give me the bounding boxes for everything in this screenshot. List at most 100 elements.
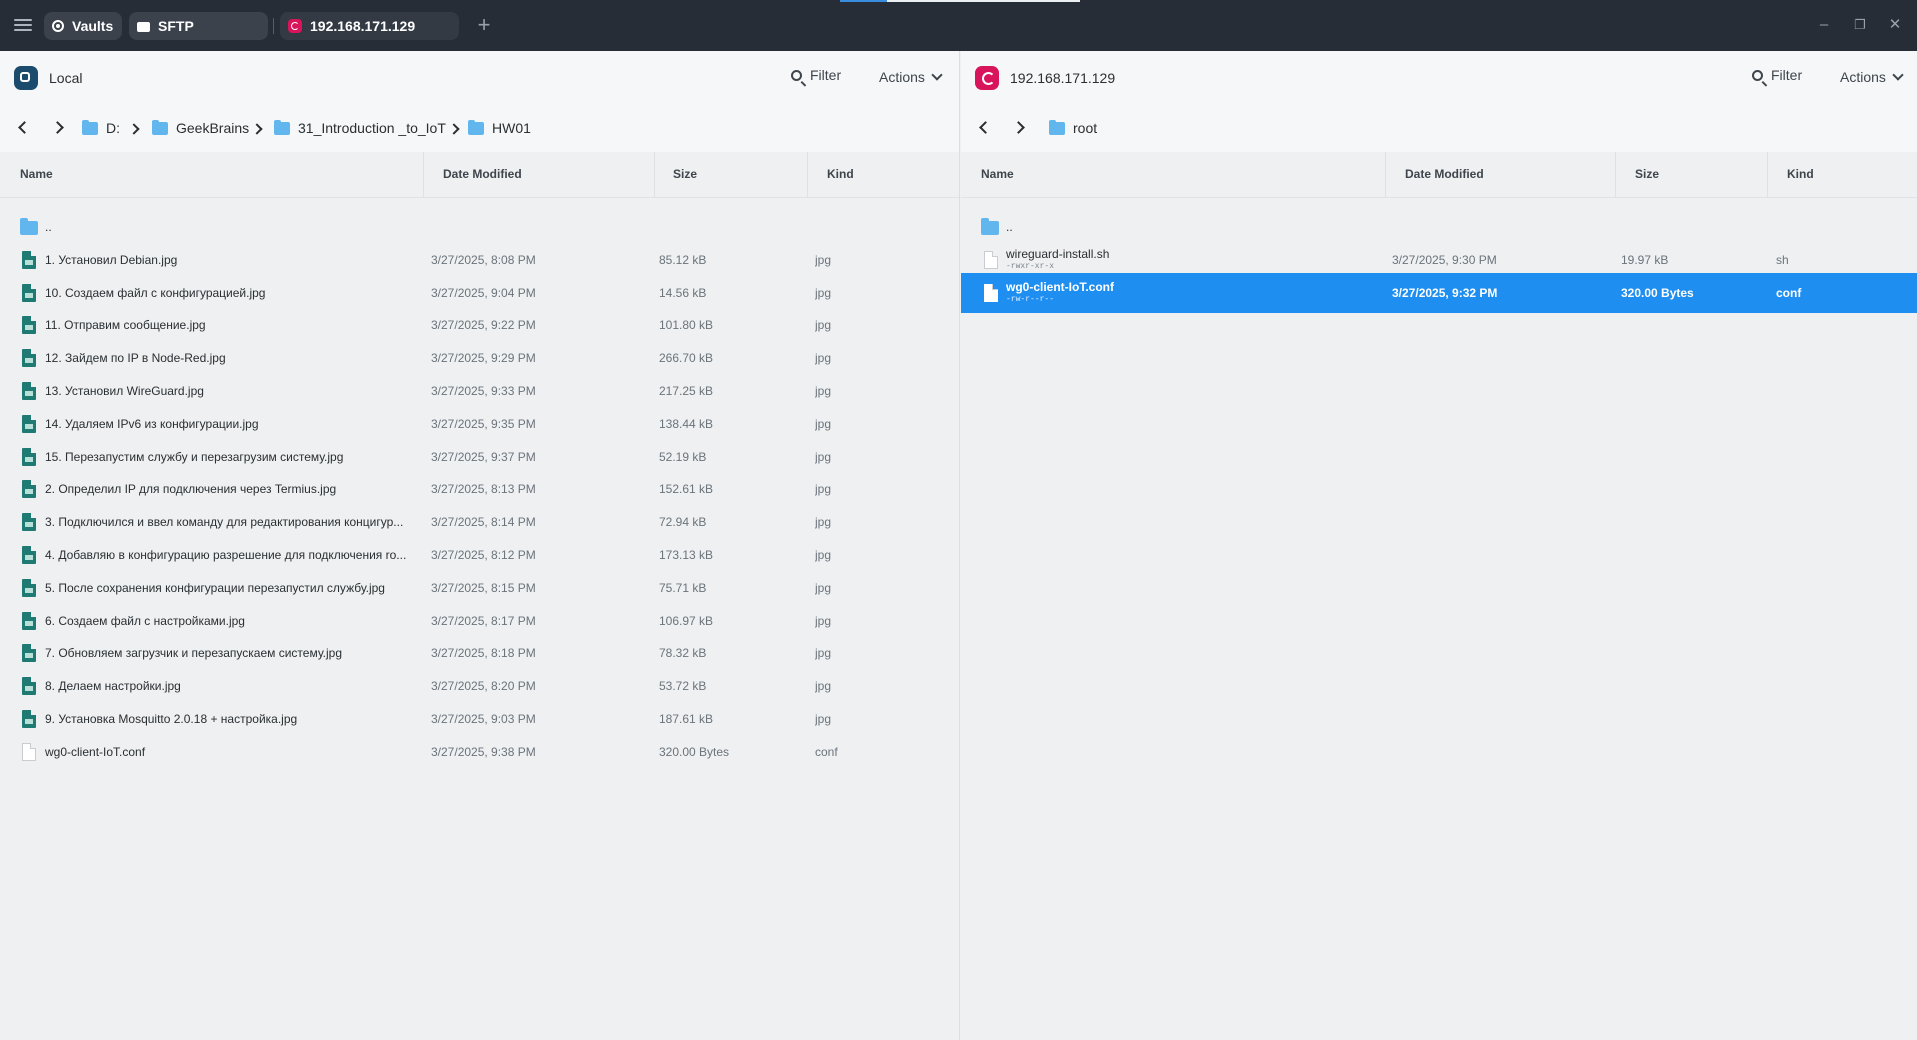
column-name[interactable]: Name [965,152,1385,197]
folder-icon [82,119,98,135]
debian-icon [288,19,302,33]
minimize-button[interactable]: – [1813,14,1835,36]
image-file-icon [22,349,36,367]
back-arrow-icon[interactable] [16,120,30,134]
image-file-icon [22,316,36,334]
search-icon [791,69,802,81]
column-divider[interactable] [1767,152,1768,197]
file-date: 3/27/2025, 9:32 PM [1392,286,1498,300]
column-size[interactable]: Size [657,152,807,197]
image-file-icon [22,415,36,433]
progress-bar [840,0,1080,2]
column-divider[interactable] [1615,152,1616,197]
file-size: 320.00 Bytes [1621,286,1694,300]
file-permissions: -rw-r--r-- [1006,295,1055,304]
panel-title: 192.168.171.129 [1010,70,1116,86]
file-row[interactable]: wg0-client-IoT.conf 3/27/2025, 9:38 PM 320… [0,732,959,772]
remote-panel: 192.168.171.129 Filter Actions root Name… [961,51,1917,1040]
hamburger-menu-icon[interactable] [14,16,32,34]
image-file-icon [22,677,36,695]
actions-label: Actions [879,69,925,85]
tab-sftp[interactable]: SFTP [129,12,268,40]
column-header: Name Date Modified Size Kind [0,152,959,198]
column-kind[interactable]: Kind [1771,152,1911,197]
breadcrumb-course[interactable]: 31_Introduction _to_IoT [274,119,446,136]
maximize-button[interactable]: ❐ [1849,14,1871,36]
actions-button[interactable]: Actions [1840,69,1904,85]
breadcrumb: root [961,102,1917,152]
column-date-modified[interactable]: Date Modified [1389,152,1619,197]
tab-label: Vaults [72,18,114,34]
file-name: wireguard-install.sh [1006,247,1110,261]
breadcrumb-geekbrains[interactable]: GeekBrains [152,119,250,136]
image-file-icon [22,710,36,728]
panel-header: Local Filter Actions [0,51,959,102]
tab-label: SFTP [158,18,194,34]
local-panel: Local Filter Actions D: GeekBrains 31_In… [0,51,960,1040]
breadcrumb: D: GeekBrains 31_Introduction _to_IoT HW… [0,102,959,152]
column-kind[interactable]: Kind [811,152,951,197]
title-bar: Vaults SFTP 192.168.171.129 + – ❐ ✕ [0,0,1917,51]
close-button[interactable]: ✕ [1884,14,1906,36]
back-arrow-icon[interactable] [977,120,991,134]
folder-icon [274,119,290,135]
breadcrumb-label: D: [106,120,120,136]
tab-vaults[interactable]: Vaults [44,12,122,40]
file-row[interactable]: wg0-client-IoT.conf -rw-r--r-- 3/27/2025, … [961,273,1917,313]
column-header: Name Date Modified Size Kind [961,152,1917,198]
image-file-icon [22,480,36,498]
breadcrumb-label: HW01 [492,120,531,136]
vault-icon [52,20,64,32]
file-name: wg0-client-IoT.conf [1006,280,1114,294]
column-name[interactable]: Name [4,152,424,197]
file-icon [984,284,998,302]
panel-title: Local [49,70,83,86]
folder-icon [152,119,168,135]
column-date-modified[interactable]: Date Modified [427,152,657,197]
actions-button[interactable]: Actions [879,69,943,85]
file-size: 320.00 Bytes [659,745,730,759]
chevron-down-icon [931,69,943,81]
file-name: wg0-client-IoT.conf [45,745,146,759]
column-size[interactable]: Size [1619,152,1769,197]
forward-arrow-icon[interactable] [1013,120,1027,134]
folder-icon [1049,119,1065,135]
filter-label: Filter [810,67,842,83]
breadcrumb-separator-icon [448,123,460,135]
panel-header: 192.168.171.129 Filter Actions [961,51,1917,102]
filter-button[interactable]: Filter [1752,67,1802,83]
breadcrumb-hw01[interactable]: HW01 [468,119,531,136]
breadcrumb-label: 31_Introduction _to_IoT [298,120,446,136]
filter-button[interactable]: Filter [791,67,841,83]
image-file-icon [22,448,36,466]
breadcrumb-root[interactable]: root [1049,119,1097,136]
tab-host[interactable]: 192.168.171.129 [280,12,459,40]
new-tab-button[interactable]: + [472,13,496,37]
image-file-icon [22,251,36,269]
image-file-icon [22,612,36,630]
breadcrumb-label: GeekBrains [176,120,250,136]
search-icon [1752,69,1763,81]
file-kind: conf [815,745,838,759]
column-divider[interactable] [654,152,655,197]
column-divider[interactable] [807,152,808,197]
image-file-icon [22,284,36,302]
file-date: 3/27/2025, 9:38 PM [431,745,536,759]
folder-icon [137,22,150,32]
image-file-icon [22,382,36,400]
forward-arrow-icon[interactable] [52,120,66,134]
column-divider[interactable] [1385,152,1386,197]
actions-label: Actions [1840,69,1886,85]
folder-icon [981,218,999,235]
file-kind: conf [1776,286,1802,300]
image-file-icon [22,546,36,564]
column-divider[interactable] [423,152,424,197]
filter-label: Filter [1771,67,1803,83]
breadcrumb-separator-icon [128,123,140,135]
image-file-icon [22,644,36,662]
image-file-icon [22,579,36,597]
tab-label: 192.168.171.129 [310,18,416,34]
chevron-down-icon [1892,69,1904,81]
image-file-icon [22,513,36,531]
breadcrumb-drive[interactable]: D: [82,119,120,136]
